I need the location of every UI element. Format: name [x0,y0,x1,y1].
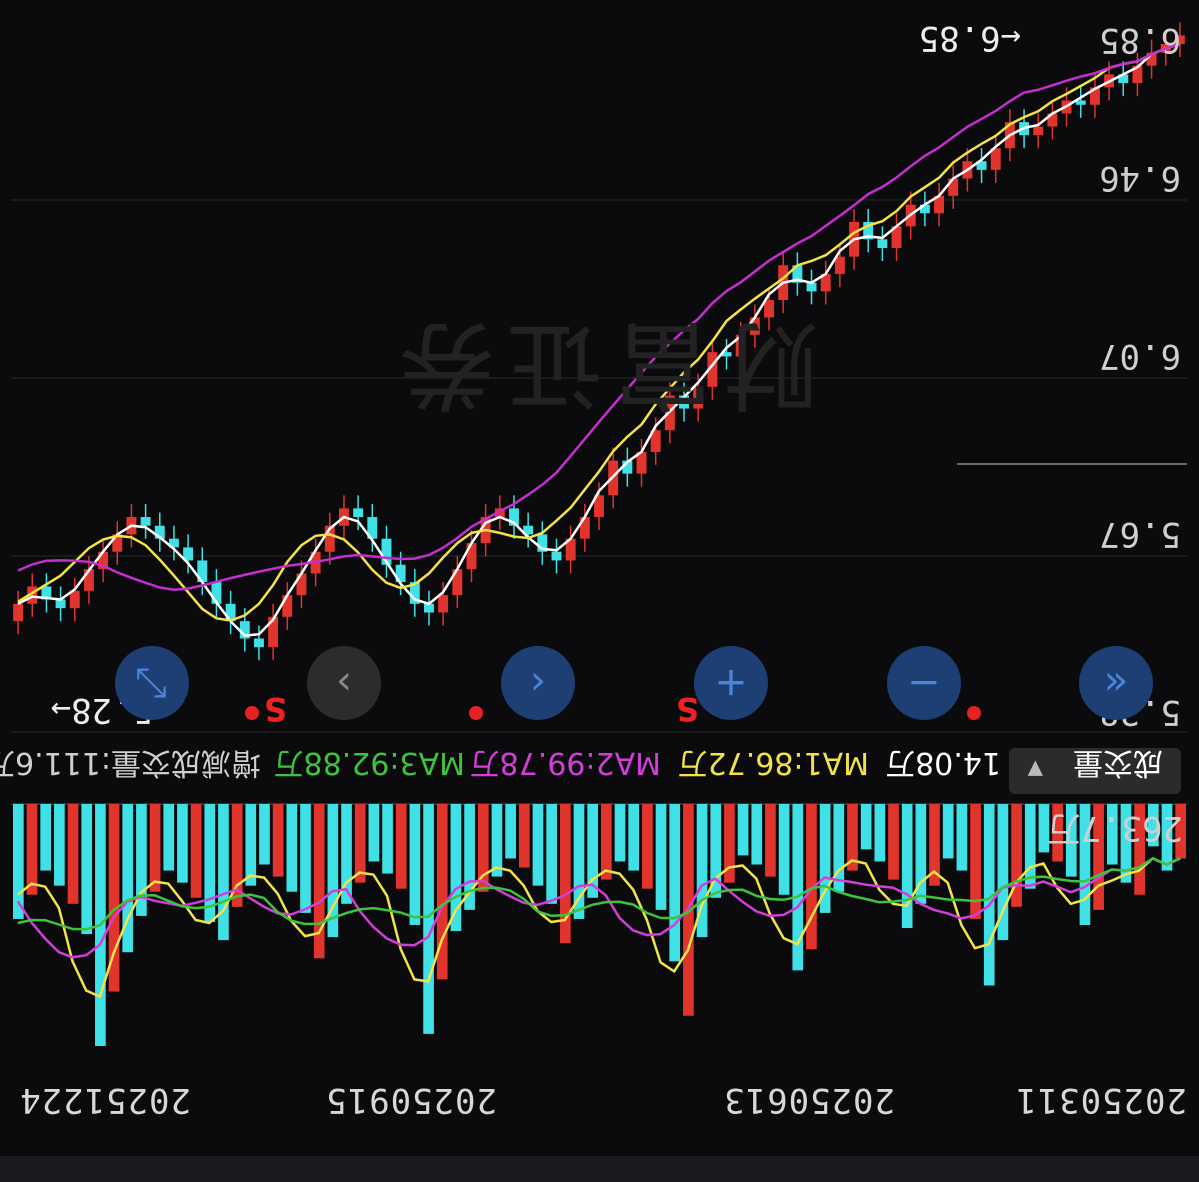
volume-bar [874,804,886,862]
candle-body [877,239,888,248]
volume-bar [956,804,968,871]
volume-bar [395,804,407,889]
volume-bar [177,804,188,883]
volume-bar [860,804,872,850]
chart-app: 20250311 20250613 20250915 20251224 263.… [0,0,1199,1182]
fullscreen-button[interactable]: ⤡ [115,646,189,720]
signal-dot [967,706,981,720]
volume-bar [300,804,311,913]
candle-body [140,517,151,526]
candle-body [424,603,434,613]
volume-bar [382,804,393,874]
zoom-in-button[interactable]: + [694,646,768,720]
legend-ljcj: 增减成交量:111.6万 [0,745,261,780]
volume-bar [26,804,38,895]
date-label: 20250613 [723,1080,895,1120]
signal-dot [245,706,259,720]
candle-body [282,595,293,617]
candle-body [55,599,66,609]
dropdown-caret-icon: ▼ [1027,758,1043,782]
volume-bar [751,804,763,865]
date-label: 20250915 [325,1080,497,1120]
volume-bar [190,804,202,898]
volume-bar [272,804,284,877]
volume-bar [737,804,749,856]
signal-dot [469,706,483,720]
candle-body [253,638,264,648]
candle-body [438,595,449,613]
low-annotation: ←6.85 [918,18,1021,58]
volume-bar [778,804,790,895]
volume-bar [888,804,899,880]
legend-ma3: MA3:92.88万 [273,745,465,780]
volume-bar [765,804,776,877]
watermark: 财富证券 [387,308,819,420]
volume-bar [655,804,667,910]
candle-body [834,256,845,275]
volume-bar [409,804,421,925]
volume-bar [669,804,681,962]
date-axis: 20250311 20250613 20250915 20251224 [11,1072,1187,1122]
indicator-selector[interactable]: 成交量 ▼ [1009,745,1181,794]
volume-bar [368,804,380,862]
volume-bar [149,804,161,892]
volume-bar [628,804,640,871]
volume-bar [259,804,270,865]
bottom-bar [0,0,1199,16]
scroll-right-button[interactable]: › [307,646,381,720]
top-strip [0,1156,1199,1182]
volume-bar [901,804,913,929]
volume-bar [81,804,93,935]
legend-vol: 14.08万 [885,745,1001,780]
price-ytick: 6.85 [1099,20,1181,60]
volume-bar [942,804,954,859]
volume-bar [806,804,817,950]
volume-bar [245,804,257,886]
volume-bar [313,804,325,959]
volume-bar [559,804,571,944]
jump-start-button[interactable]: « [1079,646,1153,720]
candle-body [1033,126,1044,136]
price-ytick: 6.07 [1099,336,1181,376]
zoom-out-button[interactable]: − [887,646,961,720]
volume-bar [505,804,516,859]
volume-bar [40,804,52,871]
volume-bar [518,804,530,868]
volume-bar [67,804,79,904]
sell-flag: S [675,690,699,728]
volume-bar [1024,804,1036,889]
volume-bar [491,804,503,877]
volume-bar [218,804,229,941]
candle-body [806,282,817,292]
price-ytick: 6.46 [1099,158,1181,198]
legend-ma1: MA1:86.72万 [677,745,869,780]
volume-bar [286,804,298,892]
candle-body [551,551,562,561]
volume-chart [11,803,1187,1046]
volume-bar [163,804,175,871]
volume-bar [354,804,366,883]
sell-flag: S [263,690,287,728]
volume-bar [54,804,65,886]
volume-bar [642,804,653,889]
price-ytick: 5.67 [1099,514,1181,554]
legend-ma2: MA2:99.78万 [469,745,661,780]
candle-body [13,603,24,622]
date-label: 20250311 [1015,1080,1187,1120]
volume-bar [423,804,434,1034]
volume-bar [614,804,626,862]
volume-bar [546,804,557,904]
date-label: 20251224 [19,1080,191,1120]
legend-bar: 成交量 ▼ 14.08万 MA1:86.72万 MA2:99.78万 MA3:9… [0,744,1187,794]
volume-max-label: 263.7万 [1046,808,1183,848]
volume-bar [532,804,544,886]
indicator-selector-label: 成交量 [1073,745,1163,780]
volume-bar [601,804,612,880]
scroll-left-button[interactable]: ‹ [501,646,575,720]
candle-body [353,508,364,518]
